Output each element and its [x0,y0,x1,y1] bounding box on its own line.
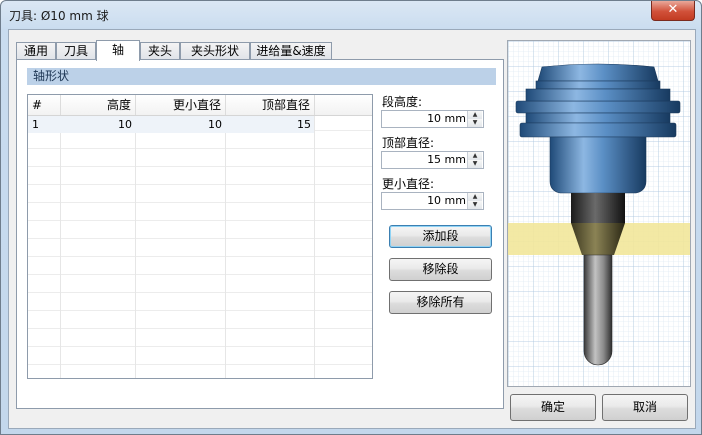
smaller-diameter-label: 更小直径: [382,177,435,191]
tool-preview [507,40,691,387]
table-row[interactable]: 1 10 10 15 [28,116,314,133]
section-title-shaft-shape: 轴形状 [27,68,496,85]
cell-smaller-diameter: 10 [208,118,222,131]
spin-up-icon[interactable]: ▲ [468,193,482,201]
top-diameter-value[interactable]: 15 mm [382,152,466,168]
cell-index: 1 [32,118,39,131]
spin-up-icon[interactable]: ▲ [468,111,482,119]
window-title: 刀具: Ø10 mm 球 [9,9,109,23]
title-bar[interactable]: 刀具: Ø10 mm 球 ✕ [1,1,701,29]
cell-top-diameter: 15 [297,118,311,131]
smaller-diameter-spinner[interactable]: 10 mm ▲ ▼ [381,192,484,210]
column-header-index[interactable]: # [28,95,61,115]
tab-shaft[interactable]: 轴 [96,40,140,61]
column-header-smaller-diameter[interactable]: 更小直径 [136,95,226,115]
holder-flange [535,80,661,90]
cancel-button[interactable]: 取消 [602,394,688,421]
shaft-segments-table[interactable]: # 高度 更小直径 顶部直径 1 10 10 15 [27,94,373,379]
remove-all-button[interactable]: 移除所有 [389,291,492,314]
spin-up-icon[interactable]: ▲ [468,152,482,160]
cell-height: 10 [118,118,132,131]
tab-holder[interactable]: 夹头 [140,42,180,60]
tool-shank [571,193,625,223]
spin-down-icon[interactable]: ▼ [468,160,482,168]
remove-segment-button[interactable]: 移除段 [389,258,492,281]
tab-tool[interactable]: 刀具 [56,42,96,60]
ok-button[interactable]: 确定 [510,394,596,421]
segment-height-value[interactable]: 10 mm [382,111,466,127]
add-segment-button[interactable]: 添加段 [389,225,492,248]
ball-end-cutter [583,254,613,366]
segment-height-label: 段高度: [382,95,423,109]
holder-collet-body [549,136,647,194]
top-diameter-spinner[interactable]: 15 mm ▲ ▼ [381,151,484,169]
tool-preview-drawing [508,41,690,386]
smaller-diameter-value[interactable]: 10 mm [382,193,466,209]
holder-neck-upper [525,88,671,102]
tab-feeds-speeds[interactable]: 进给量&速度 [250,42,332,60]
tab-general[interactable]: 通用 [16,42,56,60]
tab-holder-shape[interactable]: 夹头形状 [180,42,250,60]
tool-dialog-window: 刀具: Ø10 mm 球 ✕ 通用 刀具 轴 夹头 夹头形状 进给量&速度 轴形… [0,0,702,435]
spin-down-icon[interactable]: ▼ [468,201,482,209]
column-header-height[interactable]: 高度 [61,95,136,115]
column-header-top-diameter[interactable]: 顶部直径 [226,95,315,115]
holder-groove [525,112,671,124]
shaft-tab-panel: 轴形状 # 高度 更小直径 顶部直径 1 10 10 15 段高度: 10 mm [16,59,504,409]
holder-ring-upper [515,100,681,114]
close-button[interactable]: ✕ [651,1,695,21]
spin-down-icon[interactable]: ▼ [468,119,482,127]
dialog-client-area: 通用 刀具 轴 夹头 夹头形状 进给量&速度 轴形状 # 高度 更小直径 顶部直… [8,29,696,429]
holder-top [537,63,659,82]
segment-height-spinner[interactable]: 10 mm ▲ ▼ [381,110,484,128]
holder-ring-lower [519,122,677,138]
top-diameter-label: 顶部直径: [382,136,435,150]
table-header: # 高度 更小直径 顶部直径 [28,95,372,116]
